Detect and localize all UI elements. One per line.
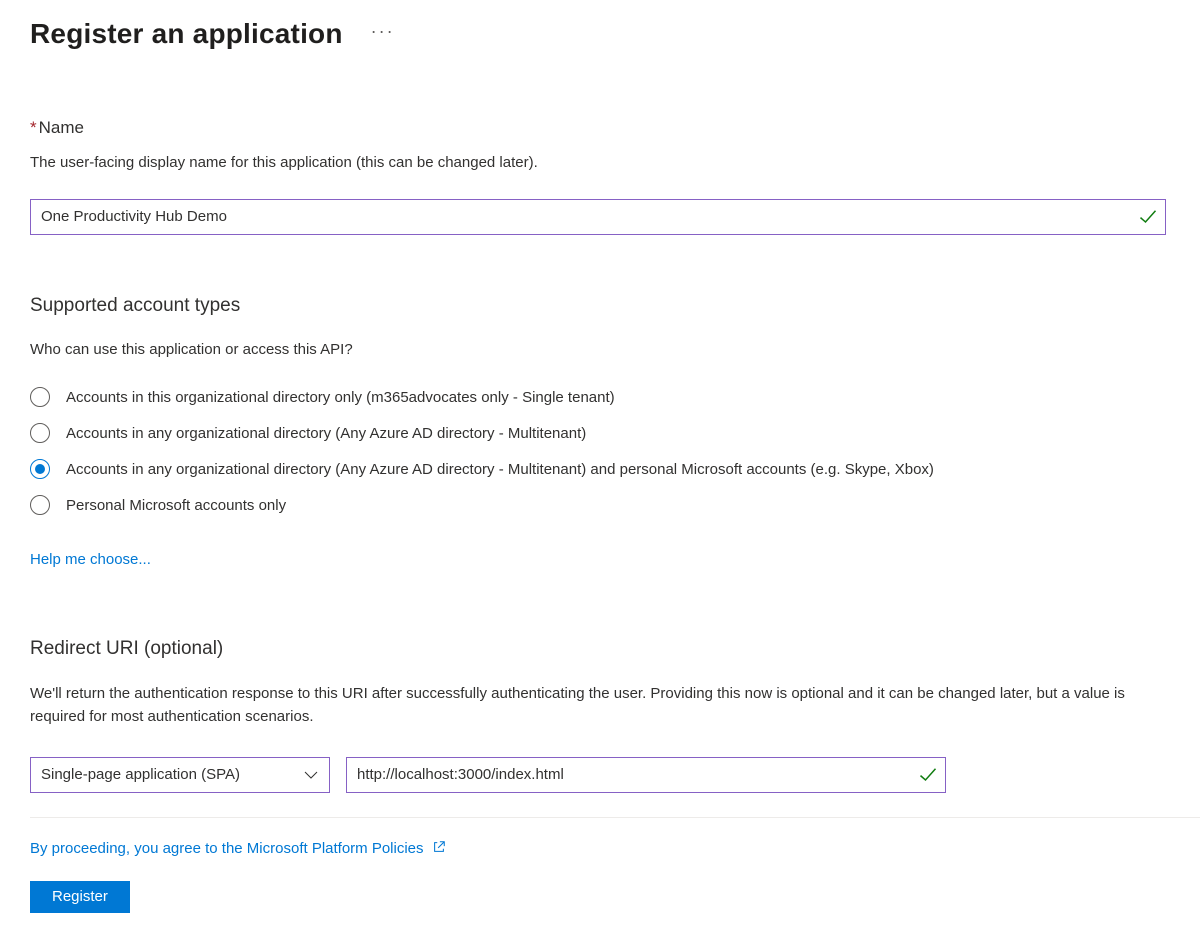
- redirect-platform-selected-label: Single-page application (SPA): [41, 766, 240, 783]
- divider: [30, 817, 1200, 818]
- redirect-uri-input[interactable]: [346, 757, 946, 793]
- checkmark-icon: [918, 765, 938, 785]
- redirect-uri-heading: Redirect URI (optional): [30, 638, 1200, 660]
- app-name-input[interactable]: [30, 199, 1166, 235]
- account-type-option[interactable]: Personal Microsoft accounts only: [30, 487, 1200, 523]
- account-types-help: Who can use this application or access t…: [30, 339, 1200, 362]
- radio-icon: [30, 459, 50, 479]
- account-type-label: Accounts in any organizational directory…: [66, 425, 586, 442]
- account-type-option[interactable]: Accounts in any organizational directory…: [30, 451, 1200, 487]
- external-link-icon: [432, 840, 446, 854]
- account-types-heading: Supported account types: [30, 295, 1200, 317]
- name-help-text: The user-facing display name for this ap…: [30, 152, 1200, 175]
- radio-icon: [30, 495, 50, 515]
- name-label: *Name: [30, 118, 1200, 138]
- chevron-down-icon: [303, 767, 319, 783]
- radio-icon: [30, 423, 50, 443]
- account-type-option[interactable]: Accounts in this organizational director…: [30, 379, 1200, 415]
- radio-icon: [30, 387, 50, 407]
- account-type-option[interactable]: Accounts in any organizational directory…: [30, 415, 1200, 451]
- required-star: *: [30, 118, 37, 137]
- help-me-choose-link[interactable]: Help me choose...: [30, 551, 151, 568]
- account-type-label: Accounts in any organizational directory…: [66, 461, 934, 478]
- page-title: Register an application: [30, 18, 343, 50]
- redirect-uri-help: We'll return the authentication response…: [30, 682, 1166, 729]
- more-icon[interactable]: ···: [371, 22, 395, 46]
- platform-policies-link[interactable]: By proceeding, you agree to the Microsof…: [30, 840, 446, 857]
- register-button[interactable]: Register: [30, 881, 130, 913]
- account-type-label: Accounts in this organizational director…: [66, 389, 615, 406]
- checkmark-icon: [1138, 207, 1158, 227]
- account-type-label: Personal Microsoft accounts only: [66, 497, 286, 514]
- redirect-platform-select[interactable]: Single-page application (SPA): [30, 757, 330, 793]
